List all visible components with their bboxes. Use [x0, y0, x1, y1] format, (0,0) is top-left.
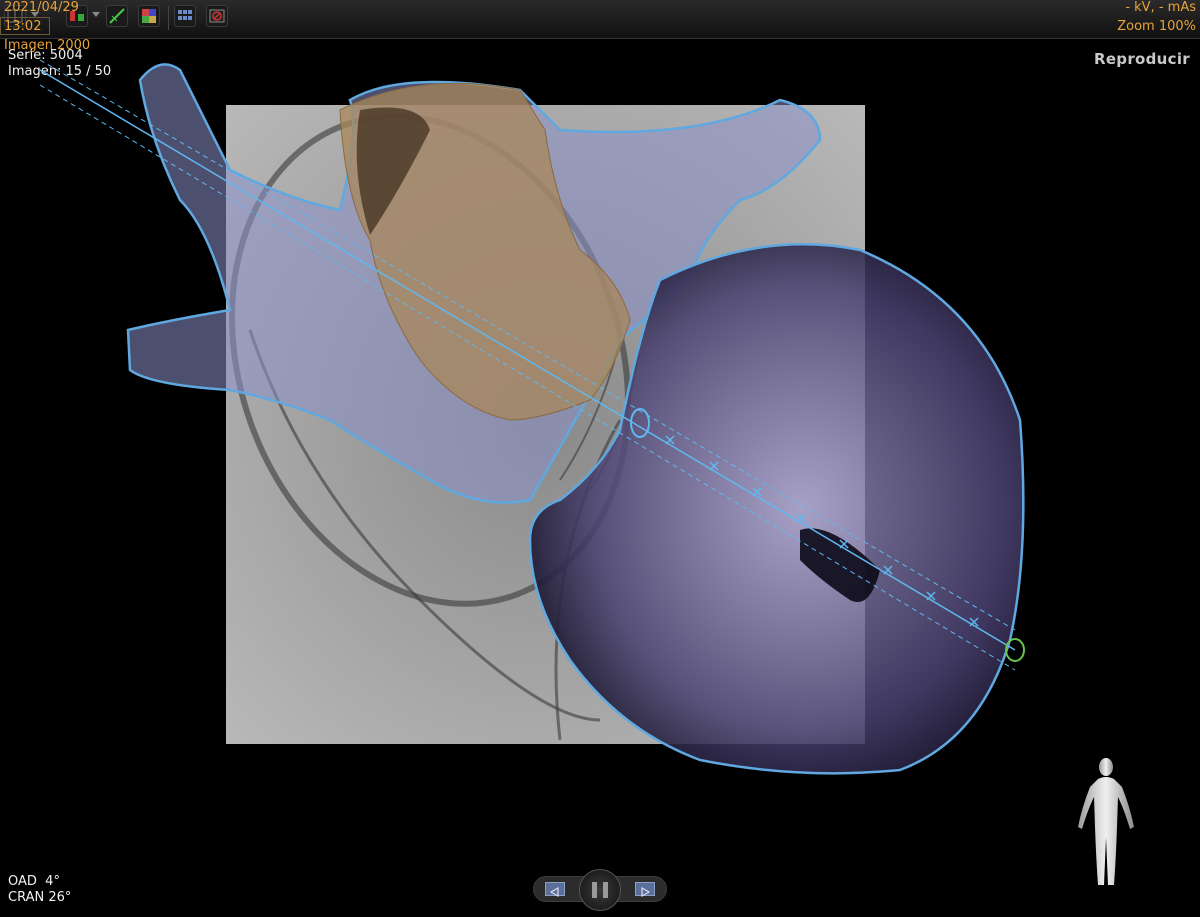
pause-icon[interactable] — [579, 869, 621, 911]
step-forward-icon[interactable] — [635, 882, 655, 898]
fluoroscopy-viewport[interactable] — [0, 0, 1200, 917]
angulation-info: OAD 4° CRAN 26° — [8, 874, 71, 906]
cran-angle: CRAN 26° — [8, 890, 72, 905]
patient-orientation-icon — [1078, 758, 1134, 885]
step-back-icon[interactable] — [545, 882, 565, 898]
cine-player — [533, 869, 667, 911]
oad-angle: OAD 4° — [8, 874, 60, 889]
